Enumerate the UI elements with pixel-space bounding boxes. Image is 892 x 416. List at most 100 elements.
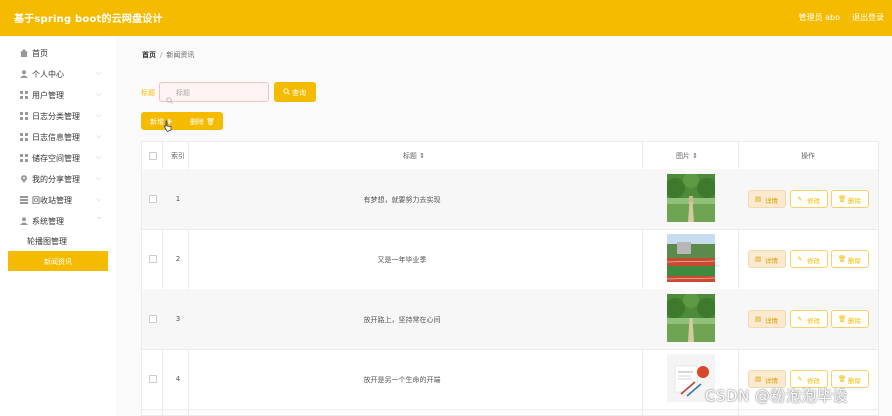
- edit-button-label: 修改: [807, 197, 820, 205]
- row-index: 2: [175, 255, 181, 263]
- user-label[interactable]: 管理员 abo: [799, 12, 840, 23]
- detail-button[interactable]: ▤ 详情: [748, 250, 786, 268]
- table-row: 3 放开路上，坚持常在心间 ▤ 详情 ✎ 修改 🗑 删除: [142, 289, 878, 350]
- chevron-down-icon: ⌵: [96, 174, 102, 182]
- row-index: 1: [175, 195, 181, 203]
- chevron-down-icon: ⌵: [96, 195, 102, 203]
- sidebar-item-my-shares[interactable]: 我的分享管理 ⌵: [0, 169, 116, 189]
- toolbar-button-group: 新增 ✚ 删除 🗑: [141, 112, 223, 132]
- delete-button-label: 删除: [848, 317, 861, 325]
- header-image[interactable]: 图片 ⇕: [662, 151, 712, 161]
- file-icon: ▤: [755, 255, 762, 263]
- sidebar-item-user-management[interactable]: 用户管理 ⌵: [0, 85, 116, 105]
- user-icon: [20, 70, 28, 78]
- grid-icon: [20, 133, 28, 141]
- delete-row-button[interactable]: 🗑 删除: [831, 250, 869, 268]
- trash-icon: 🗑: [838, 375, 847, 383]
- table-row: 2 又是一年毕业季 ▤ 详情 ✎ 修改 🗑 删除: [142, 229, 878, 290]
- trash-icon: 🗑: [838, 315, 847, 323]
- grid-icon: [20, 196, 28, 204]
- row-index: 3: [175, 315, 181, 323]
- edit-button[interactable]: ✎ 修改: [790, 310, 828, 328]
- search-icon: [283, 88, 290, 97]
- header-image-label: 图片: [675, 152, 690, 160]
- edit-icon: ✎: [797, 255, 803, 263]
- top-right-menu: 管理员 abo 退出登录: [799, 12, 884, 23]
- sidebar-item-storage[interactable]: 储存空间管理 ⌵: [0, 148, 116, 168]
- sidebar-item-personal-center[interactable]: 个人中心 ⌵: [0, 64, 116, 84]
- delete-row-button[interactable]: 🗑 删除: [831, 310, 869, 328]
- row-checkbox[interactable]: [149, 195, 157, 203]
- file-icon: ▤: [755, 375, 762, 383]
- logout-link[interactable]: 退出登录: [852, 12, 884, 23]
- query-button[interactable]: 查询: [274, 82, 316, 102]
- detail-button-label: 详情: [765, 257, 778, 265]
- sidebar: 首页 个人中心 ⌵ 用户管理 ⌵ 日志分类管理 ⌵ 日志信息管理 ⌵ 储存空间管…: [0, 36, 116, 416]
- header-title[interactable]: 标题 ⇕: [382, 151, 446, 161]
- sidebar-item-home[interactable]: 首页: [0, 43, 116, 63]
- edit-icon: ✎: [797, 195, 803, 203]
- delete-button[interactable]: 删除 🗑: [190, 117, 215, 127]
- edit-button[interactable]: ✎ 修改: [790, 250, 828, 268]
- sidebar-subitem-news[interactable]: 新闻资讯: [8, 251, 108, 271]
- row-checkbox[interactable]: [149, 255, 157, 263]
- search-label: 标题: [141, 89, 155, 97]
- trash-icon: 🗑: [838, 195, 847, 203]
- sidebar-item-log-category[interactable]: 日志分类管理 ⌵: [0, 106, 116, 126]
- detail-button-label: 详情: [765, 317, 778, 325]
- sidebar-item-label: 个人中心: [32, 70, 64, 79]
- breadcrumb-home[interactable]: 首页: [142, 51, 156, 59]
- sidebar-item-label: 日志信息管理: [32, 133, 80, 142]
- sidebar-item-label: 储存空间管理: [32, 154, 80, 163]
- grid-icon: [20, 112, 28, 120]
- row-image-campus-trees[interactable]: [667, 174, 715, 222]
- edit-icon: ✎: [797, 375, 803, 383]
- sort-icon: ⇕: [692, 152, 699, 160]
- file-icon: ▤: [755, 195, 762, 203]
- row-index: 4: [175, 375, 181, 383]
- search-placeholder: 标题: [176, 89, 190, 97]
- sidebar-item-label: 用户管理: [32, 91, 64, 100]
- edit-button[interactable]: ✎ 修改: [790, 190, 828, 208]
- chevron-down-icon: ⌵: [96, 90, 102, 98]
- file-icon: ▤: [755, 315, 762, 323]
- sidebar-item-label: 系统管理: [32, 217, 64, 226]
- sidebar-subitem-label: 轮播图管理: [27, 237, 67, 246]
- sort-icon: ⇕: [419, 152, 426, 160]
- edit-button-label: 修改: [807, 257, 820, 265]
- user-icon: [20, 217, 28, 225]
- trash-icon: 🗑: [838, 255, 847, 263]
- sidebar-subitem-carousel[interactable]: 轮播图管理: [0, 232, 116, 252]
- search-icon: [166, 89, 173, 108]
- news-table: 索引 标题 ⇕ 图片 ⇕ 操作 1 有梦想，就要努力去实现 ▤ 详情 ✎ 修改 🗑 删…: [141, 141, 879, 416]
- sidebar-item-recycle-bin[interactable]: 回收站管理 ⌵: [0, 190, 116, 210]
- edit-button-label: 修改: [807, 377, 820, 385]
- edit-icon: ✎: [797, 315, 803, 323]
- chevron-down-icon: ⌵: [96, 132, 102, 140]
- detail-button[interactable]: ▤ 详情: [748, 310, 786, 328]
- watermark: CSDN @粉泡泡毕设: [705, 387, 849, 405]
- row-title: 又是一年毕业季: [377, 256, 427, 264]
- row-image-running-track[interactable]: [667, 234, 715, 282]
- delete-button-label: 删除: [848, 197, 861, 205]
- chevron-down-icon: ⌵: [96, 153, 102, 161]
- top-bar: 基于spring boot的云网盘设计 管理员 abo 退出登录: [0, 0, 892, 36]
- grid-icon: [20, 154, 28, 162]
- sidebar-item-system[interactable]: 系统管理 ⌃: [0, 211, 116, 231]
- detail-button[interactable]: ▤ 详情: [748, 190, 786, 208]
- select-all-checkbox[interactable]: [149, 152, 157, 160]
- header-action: 操作: [801, 152, 815, 160]
- row-title: 有梦想，就要努力去实现: [363, 196, 441, 204]
- mouse-cursor-icon: [164, 120, 173, 134]
- delete-row-button[interactable]: 🗑 删除: [831, 190, 869, 208]
- breadcrumb-current: 新闻资讯: [166, 51, 195, 59]
- row-image-campus-trees[interactable]: [667, 294, 715, 342]
- row-checkbox[interactable]: [149, 375, 157, 383]
- query-button-label: 查询: [292, 89, 306, 97]
- search-input[interactable]: 标题: [159, 82, 269, 104]
- sidebar-item-log-info[interactable]: 日志信息管理 ⌵: [0, 127, 116, 147]
- delete-button-label: 删除: [848, 377, 861, 385]
- location-icon: [20, 175, 27, 183]
- grid-icon: [20, 91, 28, 99]
- row-checkbox[interactable]: [149, 315, 157, 323]
